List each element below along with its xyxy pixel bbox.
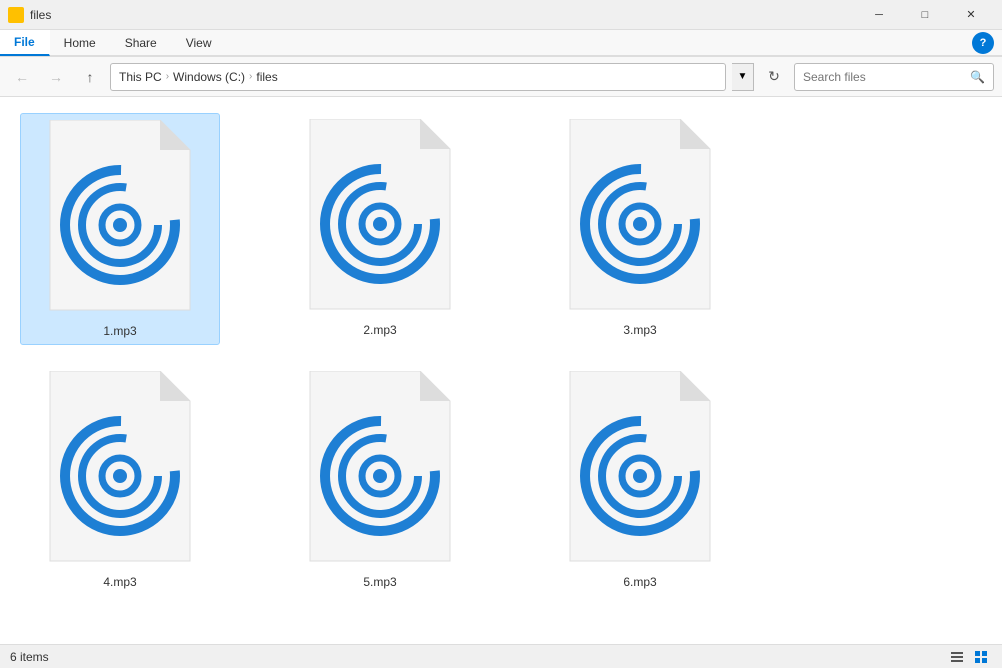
title-bar: files ─ □ ✕	[0, 0, 1002, 30]
ribbon: File Home Share View ?	[0, 30, 1002, 57]
file-name: 3.mp3	[623, 323, 656, 337]
file-icon	[40, 120, 200, 320]
tab-home[interactable]: Home	[50, 30, 111, 55]
search-box[interactable]: 🔍	[794, 63, 994, 91]
path-chevron-2: ›	[249, 71, 252, 82]
help-button[interactable]: ?	[972, 32, 994, 54]
file-icon	[560, 371, 720, 571]
address-bar: ← → ↑ This PC › Windows (C:) › files ▼ ↻…	[0, 57, 1002, 97]
file-item[interactable]: 1.mp3	[20, 113, 220, 345]
forward-button[interactable]: →	[42, 63, 70, 91]
maximize-button[interactable]: □	[902, 0, 948, 30]
path-part-files[interactable]: files	[256, 70, 277, 84]
content-area: 1.mp3 2.mp3 3.mp3	[0, 97, 1002, 644]
main-area: 1.mp3 2.mp3 3.mp3	[0, 97, 1002, 644]
status-count: 6 items	[10, 650, 49, 664]
ribbon-tabs: File Home Share View ?	[0, 30, 1002, 56]
file-name: 2.mp3	[363, 323, 396, 337]
ribbon-right: ?	[227, 30, 1002, 55]
file-name: 1.mp3	[103, 324, 136, 338]
file-icon	[40, 371, 200, 571]
file-item[interactable]: 6.mp3	[540, 365, 740, 595]
file-icon	[300, 119, 460, 319]
file-item[interactable]: 5.mp3	[280, 365, 480, 595]
back-button[interactable]: ←	[8, 63, 36, 91]
refresh-button[interactable]: ↻	[760, 63, 788, 91]
path-chevron-1: ›	[166, 71, 169, 82]
view-icons	[946, 646, 992, 668]
file-name: 6.mp3	[623, 575, 656, 589]
status-bar: 6 items	[0, 644, 1002, 668]
close-button[interactable]: ✕	[948, 0, 994, 30]
file-item[interactable]: 4.mp3	[20, 365, 220, 595]
file-item[interactable]: 3.mp3	[540, 113, 740, 345]
tab-share[interactable]: Share	[111, 30, 172, 55]
folder-icon	[8, 7, 24, 23]
address-dropdown-button[interactable]: ▼	[732, 63, 754, 91]
path-part-thispc[interactable]: This PC	[119, 70, 162, 84]
window-title: files	[30, 8, 51, 22]
details-view-icon[interactable]	[946, 646, 968, 668]
minimize-button[interactable]: ─	[856, 0, 902, 30]
file-grid: 1.mp3 2.mp3 3.mp3	[20, 113, 982, 595]
up-button[interactable]: ↑	[76, 63, 104, 91]
file-name: 4.mp3	[103, 575, 136, 589]
file-icon	[560, 119, 720, 319]
file-icon	[300, 371, 460, 571]
path-part-drive[interactable]: Windows (C:)	[173, 70, 245, 84]
search-icon: 🔍	[970, 70, 985, 84]
title-bar-left: files	[8, 7, 51, 23]
file-item[interactable]: 2.mp3	[280, 113, 480, 345]
title-controls: ─ □ ✕	[856, 0, 994, 30]
search-input[interactable]	[803, 70, 964, 84]
tab-file[interactable]: File	[0, 30, 50, 56]
tab-view[interactable]: View	[172, 30, 227, 55]
large-icons-view-icon[interactable]	[970, 646, 992, 668]
file-name: 5.mp3	[363, 575, 396, 589]
address-path[interactable]: This PC › Windows (C:) › files	[110, 63, 726, 91]
